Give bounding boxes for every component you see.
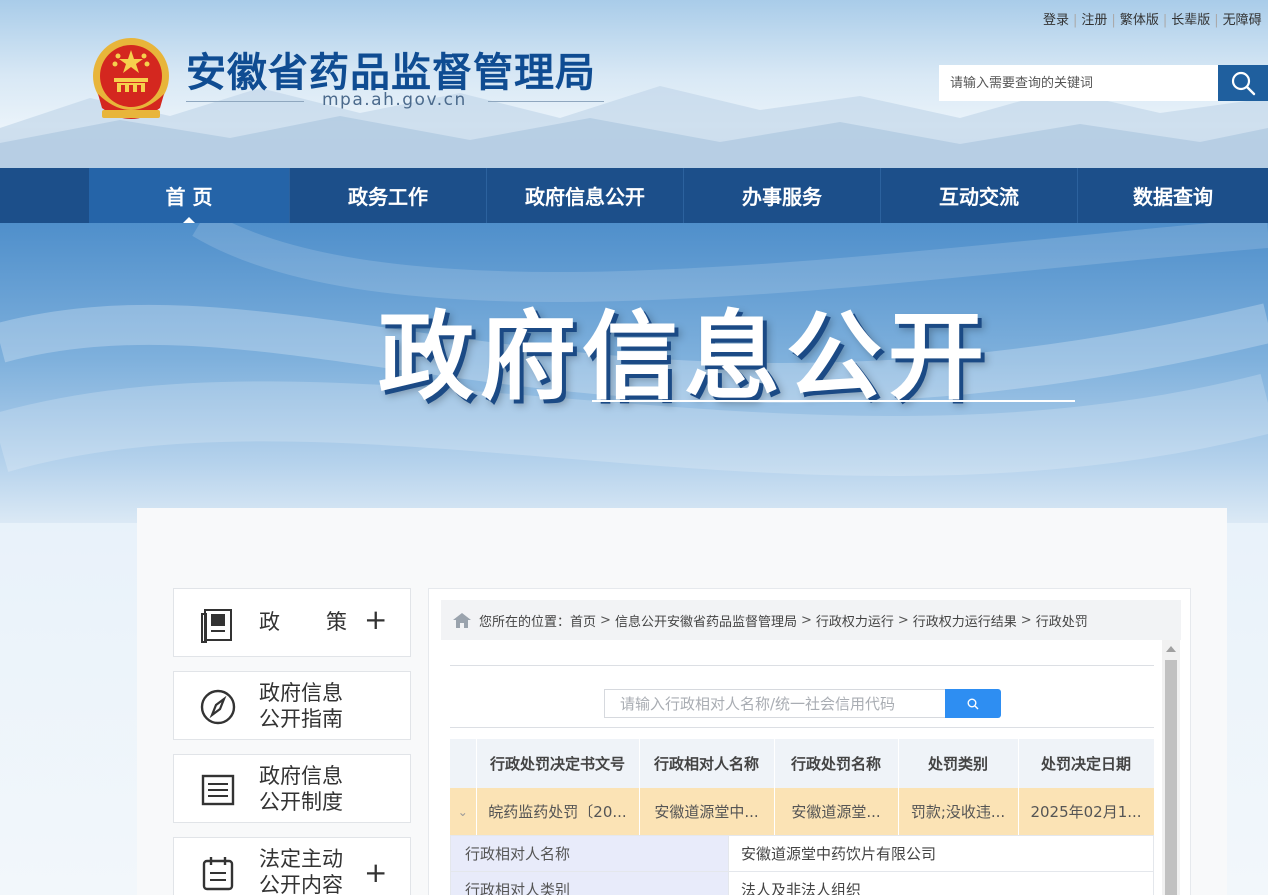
breadcrumb-item[interactable]: 行政处罚 <box>1036 611 1088 630</box>
table-cell: 安徽道源堂... <box>774 788 899 835</box>
table-cell: 2025年02月1... <box>1018 788 1155 835</box>
sidebar-item-disclosure-system[interactable]: 政府信息 公开制度 <box>173 754 411 823</box>
nav-label: 政府信息公开 <box>525 185 645 209</box>
page-banner: 政府信息公开 <box>0 223 1268 523</box>
link-separator: | <box>1111 13 1116 28</box>
table-header-spacer <box>450 739 477 788</box>
column-header: 行政相对人名称 <box>639 739 775 788</box>
sidebar-item-label: 法定主动 <box>259 847 343 871</box>
breadcrumb-item[interactable]: 信息公开安徽省药品监督管理局 <box>615 611 797 630</box>
home-icon <box>453 612 471 628</box>
compass-icon <box>200 689 236 725</box>
traditional-chinese-link[interactable]: 繁体版 <box>1120 13 1159 28</box>
table-cell: 安徽道源堂中... <box>639 788 775 835</box>
penalty-table: 行政处罚决定书文号 行政相对人名称 行政处罚名称 处罚类别 处罚决定日期 ⌄ 皖… <box>450 739 1155 835</box>
top-links: 登录 | 注册 | 繁体版 | 长辈版 | 无障碍 <box>1043 9 1268 28</box>
table-row[interactable]: ⌄ 皖药监药处罚〔20... 安徽道源堂中... 安徽道源堂... 罚款;没收违… <box>450 788 1155 835</box>
detail-key: 行政相对人类别 <box>450 871 729 895</box>
breadcrumb: 您所在的位置： 首页 > 信息公开安徽省药品监督管理局 > 行政权力运行 > 行… <box>441 600 1181 640</box>
detail-value: 法人及非法人组织 <box>728 871 1154 895</box>
site-search-button[interactable] <box>1218 65 1268 101</box>
sidebar-item-label: 政府信息 <box>259 681 343 705</box>
national-emblem-icon <box>93 38 169 119</box>
register-link[interactable]: 注册 <box>1081 13 1107 28</box>
nav-label: 互动交流 <box>939 185 1019 209</box>
sidebar-item-label: 公开制度 <box>259 790 343 814</box>
expand-plus-icon[interactable]: + <box>364 856 387 889</box>
link-separator: | <box>1214 13 1219 28</box>
breadcrumb-separator: > <box>600 612 611 628</box>
nav-interaction[interactable]: 互动交流 <box>881 168 1078 223</box>
link-separator: | <box>1073 13 1078 28</box>
nav-label: 首 页 <box>165 185 213 209</box>
sidebar-item-label: 政 <box>259 610 280 634</box>
breadcrumb-separator: > <box>1020 612 1032 628</box>
nav-information-disclosure[interactable]: 政府信息公开 <box>487 168 684 223</box>
clipboard-icon <box>202 857 234 891</box>
nav-government-affairs[interactable]: 政务工作 <box>290 168 487 223</box>
nav-home[interactable]: 首 页 <box>89 168 290 224</box>
site-domain: mpa.ah.gov.cn <box>322 90 467 110</box>
breadcrumb-prefix: 您所在的位置： <box>479 614 571 630</box>
list-icon <box>201 774 235 806</box>
column-header: 处罚决定日期 <box>1018 739 1155 788</box>
detail-value: 安徽道源堂中药饮片有限公司 <box>728 835 1154 872</box>
domain-divider <box>488 101 604 102</box>
banner-underline <box>592 400 1075 402</box>
expand-plus-icon[interactable]: + <box>364 603 387 636</box>
scroll-thumb[interactable] <box>1165 660 1177 895</box>
main-nav: 首 页 政务工作 政府信息公开 办事服务 互动交流 数据查询 <box>0 168 1268 224</box>
divider <box>450 665 1154 666</box>
table-header-row: 行政处罚决定书文号 行政相对人名称 行政处罚名称 处罚类别 处罚决定日期 <box>450 739 1155 788</box>
banner-title: 政府信息公开 <box>378 301 990 413</box>
sidebar-item-label: 公开指南 <box>259 707 343 731</box>
site-search-input[interactable] <box>939 65 1218 101</box>
detail-row: 行政相对人类别 法人及非法人组织 <box>450 871 1154 895</box>
site-header: 登录 | 注册 | 繁体版 | 长辈版 | 无障碍 安徽省药品监督管理局 mpa.ah.gov.… <box>0 0 1268 168</box>
search-icon <box>1231 71 1256 96</box>
penalty-detail-table: 行政相对人名称 安徽道源堂中药饮片有限公司 行政相对人类别 法人及非法人组织 <box>450 835 1154 895</box>
scroll-up-arrow-icon[interactable] <box>1166 646 1176 652</box>
accessibility-link[interactable]: 无障碍 <box>1223 13 1262 28</box>
link-separator: | <box>1162 13 1168 28</box>
penalty-search-button[interactable] <box>945 689 1001 718</box>
breadcrumb-item[interactable]: 首页 <box>570 611 596 630</box>
penalty-search-input[interactable] <box>604 689 946 718</box>
login-link[interactable]: 登录 <box>1043 13 1069 28</box>
nav-label: 办事服务 <box>742 185 822 209</box>
sidebar-item-label: 公开内容 <box>259 873 343 895</box>
breadcrumb-separator: > <box>897 612 909 628</box>
main-panel: 您所在的位置： 首页 > 信息公开安徽省药品监督管理局 > 行政权力运行 > 行… <box>428 588 1191 895</box>
domain-divider <box>186 101 304 102</box>
divider <box>450 727 1154 728</box>
scrollbar[interactable] <box>1162 640 1180 895</box>
sidebar-item-statutory-content[interactable]: 法定主动 公开内容 + <box>173 837 411 895</box>
sidebar-item-label: 政府信息 <box>259 764 343 788</box>
breadcrumb-separator: > <box>800 612 812 628</box>
detail-key: 行政相对人名称 <box>450 835 729 872</box>
nav-label: 数据查询 <box>1133 185 1213 209</box>
sidebar-item-policy[interactable]: 政 策 + <box>173 588 411 657</box>
column-header: 行政处罚决定书文号 <box>476 739 640 788</box>
nav-services[interactable]: 办事服务 <box>684 168 881 223</box>
expand-chevron-icon[interactable]: ⌄ <box>450 788 477 835</box>
sidebar-item-disclosure-guide[interactable]: 政府信息 公开指南 <box>173 671 411 740</box>
detail-row: 行政相对人名称 安徽道源堂中药饮片有限公司 <box>450 835 1154 872</box>
table-cell: 皖药监药处罚〔20... <box>476 788 640 835</box>
elderly-mode-link[interactable]: 长辈版 <box>1171 13 1210 28</box>
search-icon <box>967 698 979 709</box>
column-header: 行政处罚名称 <box>774 739 899 788</box>
table-cell: 罚款;没收违... <box>898 788 1019 835</box>
book-icon <box>201 609 232 643</box>
sidebar-item-label: 策 <box>326 610 347 634</box>
nav-label: 政务工作 <box>348 185 428 209</box>
breadcrumb-item[interactable]: 行政权力运行 <box>816 611 894 630</box>
column-header: 处罚类别 <box>898 739 1019 788</box>
nav-data-query[interactable]: 数据查询 <box>1078 168 1268 223</box>
content-area: 政 策 + 政府信息 公开指南 政府信息 公开制度 法定主动 公开内容 + 您所… <box>137 508 1227 895</box>
breadcrumb-item[interactable]: 行政权力运行结果 <box>913 611 1017 630</box>
